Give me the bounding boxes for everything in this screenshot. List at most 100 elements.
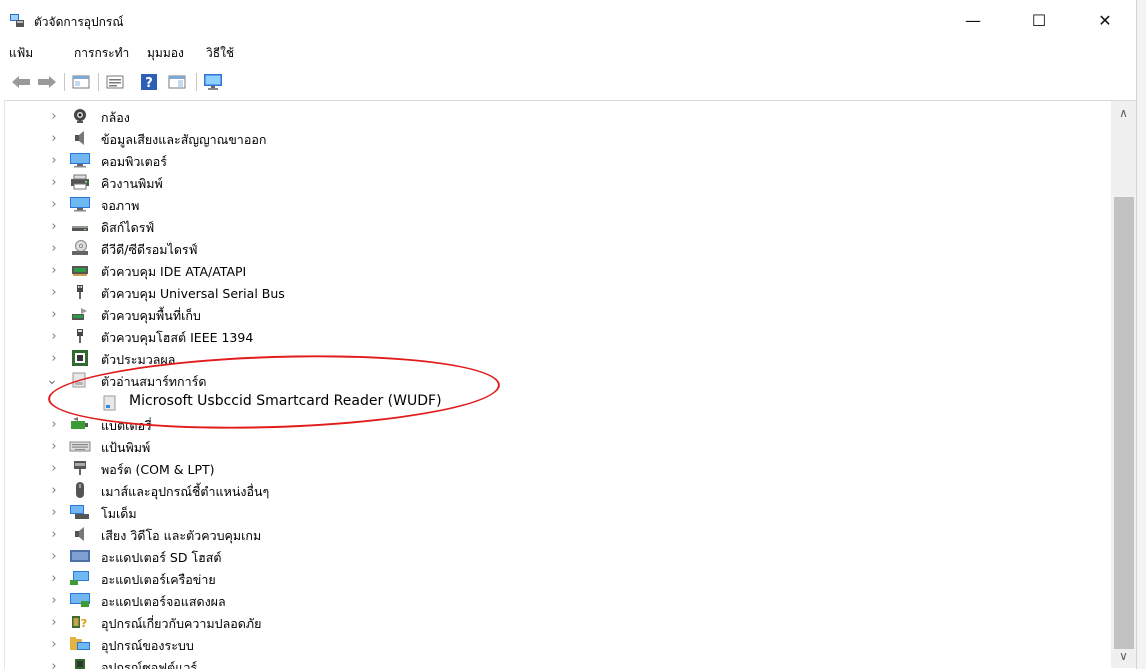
tree-node-label: แบตเตอรี่: [101, 418, 152, 433]
mouse-icon: [76, 482, 84, 498]
expand-chevron-icon[interactable]: ›: [49, 197, 59, 212]
forward-arrow-icon: [38, 76, 56, 88]
toolbar: ?: [0, 68, 1136, 96]
toolbar-separator: [98, 73, 99, 91]
close-button[interactable]: ✕: [1082, 0, 1128, 40]
tree-node-label: อุปกรณ์เกี่ยวกับความปลอดภัย: [101, 616, 262, 631]
show-hide-tree-button[interactable]: [70, 71, 92, 93]
tree-node-label: Microsoft Usbccid Smartcard Reader (WUDF…: [129, 393, 442, 409]
menu-file[interactable]: แฟ้ม: [9, 44, 33, 63]
vertical-scrollbar[interactable]: ∧ ∨: [1111, 101, 1136, 668]
print-queue-icon: [71, 174, 89, 190]
software-device-icon: [75, 659, 85, 669]
forward-button[interactable]: [36, 71, 58, 93]
port-icon: [74, 461, 86, 475]
back-button[interactable]: [10, 71, 32, 93]
scroll-up-arrow-icon[interactable]: ∧: [1111, 101, 1136, 125]
ide-controller-icon: [72, 266, 88, 276]
tree-node-label: ตัวควบคุมพื้นที่เก็บ: [101, 308, 201, 323]
minimize-button[interactable]: —: [950, 0, 996, 40]
tree-node-label: ตัวควบคุมโฮสต์ IEEE 1394: [101, 330, 254, 345]
toolbar-separator: [196, 73, 197, 91]
expand-chevron-icon[interactable]: ›: [49, 329, 59, 344]
expand-chevron-icon[interactable]: ›: [49, 439, 59, 454]
smartcard-device-icon: [103, 395, 116, 411]
window-title: ตัวจัดการอุปกรณ์: [34, 15, 124, 29]
expand-chevron-icon[interactable]: ›: [49, 417, 59, 432]
computer-icon: [70, 153, 90, 168]
display-adapter-icon: [70, 593, 90, 607]
menu-bar: แฟ้ม การกระทำ มุมมอง วิธีใช้: [0, 41, 1136, 63]
tree-node-label: อะแดปเตอร์เครือข่าย: [101, 572, 216, 587]
expand-chevron-icon[interactable]: ›: [49, 637, 59, 652]
expand-chevron-icon[interactable]: ›: [49, 571, 59, 586]
device-manager-icon: [10, 14, 24, 27]
properties-icon: [106, 75, 124, 89]
tree-node-label: ตัวควบคุม Universal Serial Bus: [101, 286, 285, 301]
disk-drive-icon: [72, 226, 88, 231]
expand-chevron-icon[interactable]: ›: [49, 659, 59, 669]
expand-chevron-icon[interactable]: ›: [49, 241, 59, 256]
background-window-edge: [1136, 0, 1146, 669]
action-pane-icon: [168, 75, 186, 89]
usb-icon: [77, 285, 83, 299]
tree-node-label: แป้นพิมพ์: [101, 440, 151, 455]
action-pane-button[interactable]: [166, 71, 188, 93]
speaker-icon: [75, 131, 84, 145]
storage-controller-icon: [72, 308, 87, 320]
expand-chevron-icon[interactable]: ›: [49, 351, 59, 366]
svg-text:?: ?: [145, 76, 153, 91]
help-icon: ?: [141, 74, 157, 91]
tree-node-label: ดิสก์ไดรฟ์: [101, 220, 155, 235]
tree-node-label: อะแดปเตอร์จอแสดงผล: [101, 594, 226, 609]
ieee1394-icon: [77, 329, 83, 343]
tree-node-label: อะแดปเตอร์ SD โฮสต์: [101, 550, 222, 565]
expand-chevron-icon[interactable]: ›: [49, 153, 59, 168]
tree-node-label: คิวงานพิมพ์: [101, 176, 163, 191]
tree-node-label: พอร์ต (COM & LPT): [101, 462, 215, 477]
tree-node-label: คอมพิวเตอร์: [101, 154, 167, 169]
expand-chevron-icon[interactable]: ›: [49, 461, 59, 476]
maximize-button[interactable]: ☐: [1016, 0, 1062, 40]
sound-video-icon: [75, 527, 84, 541]
menu-help[interactable]: วิธีใช้: [206, 44, 234, 63]
expand-chevron-icon[interactable]: ›: [49, 175, 59, 190]
tree-node-label: อุปกรณ์ซอฟต์แวร์: [101, 660, 198, 669]
expand-chevron-icon[interactable]: ›: [49, 131, 59, 146]
menu-action[interactable]: การกระทำ: [74, 44, 129, 63]
help-button[interactable]: ?: [138, 71, 160, 93]
menu-view[interactable]: มุมมอง: [147, 44, 184, 63]
system-device-icon: [70, 637, 90, 650]
tree-node-label: ตัวอ่านสมาร์ทการ์ด: [101, 374, 207, 389]
monitor-icon: [204, 74, 222, 90]
expand-chevron-icon[interactable]: ›: [49, 505, 59, 520]
network-adapter-icon: [70, 571, 89, 585]
smartcard-reader-icon: [72, 372, 86, 388]
device-tree[interactable]: › กล้อง › ข้อมูลเสียงและสัญญาณขาออก › คอ…: [4, 100, 1137, 669]
collapse-chevron-icon[interactable]: ⌄: [46, 372, 58, 388]
camera-icon: [74, 109, 86, 123]
expand-chevron-icon[interactable]: ›: [49, 307, 59, 322]
expand-chevron-icon[interactable]: ›: [49, 285, 59, 300]
scroll-down-arrow-icon[interactable]: ∨: [1111, 644, 1136, 668]
expand-chevron-icon[interactable]: ›: [49, 549, 59, 564]
scan-hardware-button[interactable]: [202, 71, 224, 93]
expand-chevron-icon[interactable]: ›: [49, 615, 59, 630]
expand-chevron-icon[interactable]: ›: [49, 219, 59, 234]
battery-icon: [71, 417, 88, 429]
expand-chevron-icon[interactable]: ›: [49, 593, 59, 608]
expand-chevron-icon[interactable]: ›: [49, 483, 59, 498]
title-bar: ตัวจัดการอุปกรณ์ — ☐ ✕: [0, 0, 1136, 40]
tree-node-label: ดีวีดี/ซีดีรอมไดรฟ์: [101, 242, 198, 257]
show-hide-tree-icon: [72, 75, 90, 89]
tree-node-label: ข้อมูลเสียงและสัญญาณขาออก: [101, 132, 267, 147]
tree-node-label: เสียง วิดีโอ และตัวควบคุมเกม: [101, 528, 262, 543]
properties-button[interactable]: [104, 71, 126, 93]
expand-chevron-icon[interactable]: ›: [49, 109, 59, 124]
tree-node-label: กล้อง: [101, 110, 130, 125]
expand-chevron-icon[interactable]: ›: [49, 527, 59, 542]
tree-node-label: ตัวควบคุม IDE ATA/ATAPI: [101, 264, 247, 279]
scrollbar-thumb[interactable]: [1114, 197, 1134, 649]
expand-chevron-icon[interactable]: ›: [49, 263, 59, 278]
svg-text:?: ?: [81, 617, 87, 630]
